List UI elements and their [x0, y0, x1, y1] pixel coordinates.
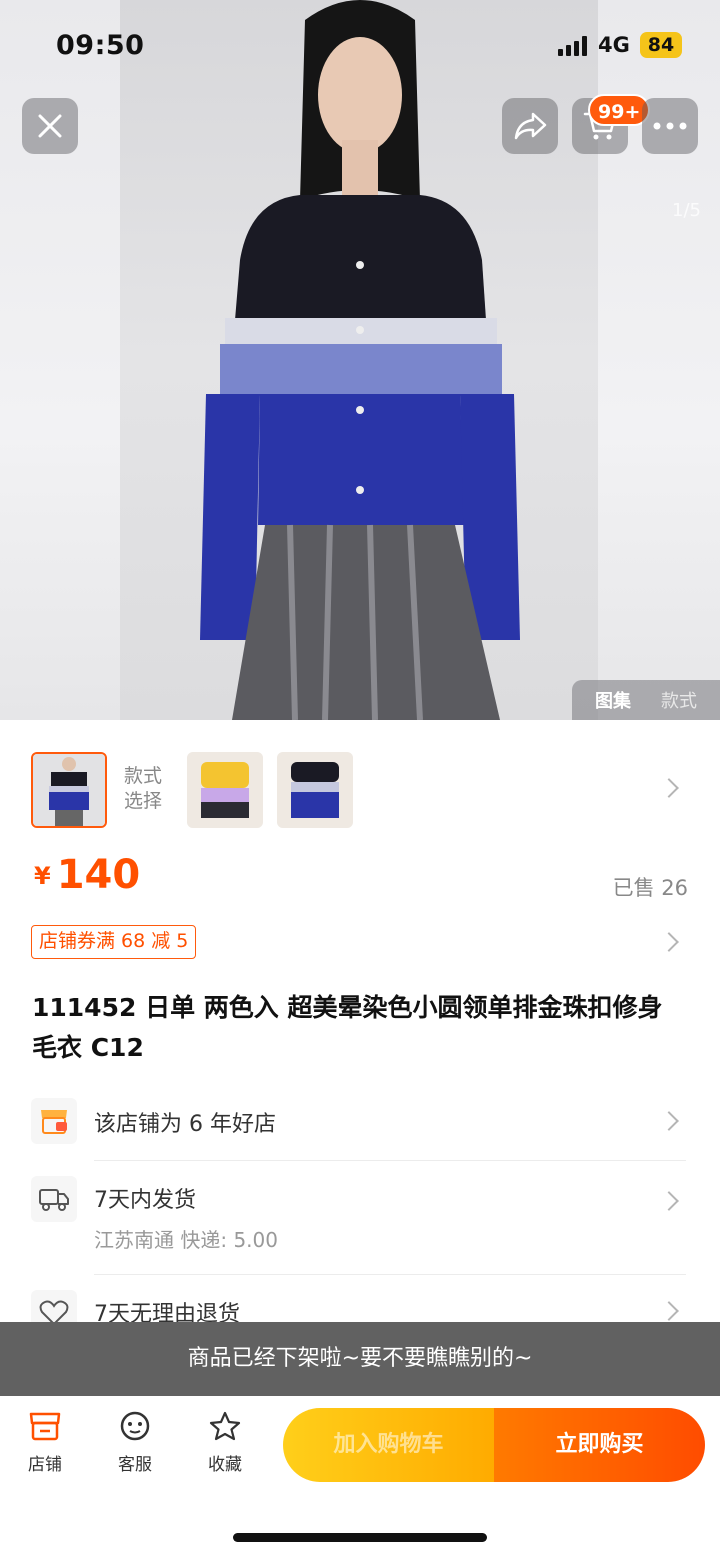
- variant-thumb-model[interactable]: [31, 752, 107, 828]
- tab-styles[interactable]: 款式: [661, 687, 697, 713]
- nav-service-label: 客服: [118, 1455, 152, 1475]
- share-icon: [514, 112, 547, 140]
- buy-now-button[interactable]: 立即购买: [494, 1408, 705, 1482]
- chevron-right-icon: [659, 1191, 679, 1211]
- network-type: 4G: [598, 33, 630, 57]
- tab-gallery[interactable]: 图集: [595, 687, 631, 713]
- chevron-right-icon: [659, 1111, 679, 1131]
- product-title: 111452 日单 两色入 超美晕染色小圆领单排金珠扣修身毛衣 C12: [32, 993, 663, 1062]
- variant-thumb-yellow[interactable]: [187, 752, 263, 828]
- nav-favorite[interactable]: 收藏: [190, 1410, 260, 1475]
- nav-favorite-label: 收藏: [208, 1455, 242, 1475]
- divider: [94, 1274, 686, 1275]
- variant-image: [33, 754, 105, 826]
- add-to-cart-button[interactable]: 加入购物车: [283, 1408, 494, 1482]
- more-icon: [653, 122, 687, 130]
- return-policy-text: 7天无理由退货: [94, 1302, 240, 1322]
- product-image-gallery[interactable]: 09:50 4G 84 99+ 1/5 图集 款式: [0, 0, 720, 720]
- sold-count: 已售 26: [612, 876, 688, 900]
- signal-icon: [558, 36, 587, 56]
- variant-selector-label: 款式选择: [124, 765, 163, 812]
- shipping-origin-fee: 江苏南通 快递: 5.00: [94, 1228, 278, 1252]
- chevron-right-icon[interactable]: [659, 932, 679, 952]
- return-policy-row[interactable]: 7天无理由退货: [0, 1288, 720, 1322]
- shop-rating-row[interactable]: 该店铺为 6 年好店: [0, 1096, 720, 1156]
- shipping-row[interactable]: 7天内发货 江苏南通 快递: 5.00: [0, 1174, 720, 1264]
- variant-thumb-blue[interactable]: [277, 752, 353, 828]
- price-currency: ¥: [34, 862, 51, 890]
- close-icon: [38, 114, 62, 138]
- gallery-tabs: 图集 款式: [572, 680, 720, 720]
- shop-icon: [29, 1412, 61, 1441]
- purchase-actions: 加入购物车 立即购买: [283, 1408, 705, 1482]
- shipping-time: 7天内发货: [94, 1188, 196, 1213]
- close-button[interactable]: [22, 98, 78, 154]
- shop-icon: [31, 1098, 77, 1144]
- divider: [94, 1160, 686, 1161]
- price: ¥140: [34, 852, 140, 898]
- heart-icon: [31, 1290, 77, 1322]
- chevron-right-icon: [659, 778, 679, 798]
- nav-shop[interactable]: 店铺: [10, 1410, 80, 1475]
- truck-icon: [31, 1176, 77, 1222]
- shop-rating-text: 该店铺为 6 年好店: [94, 1112, 276, 1137]
- chevron-right-icon: [659, 1301, 679, 1321]
- image-page-indicator: 1/5: [672, 200, 701, 221]
- shop-coupon-badge[interactable]: 店铺券满 68 减 5: [31, 925, 197, 959]
- share-button[interactable]: [502, 98, 558, 154]
- variant-selector[interactable]: 款式选择: [0, 740, 720, 836]
- status-bar: 09:50 4G 84: [0, 0, 720, 90]
- bottom-action-bar: 店铺 客服 收藏 加入购物车 立即购买: [0, 1396, 720, 1558]
- home-indicator[interactable]: [233, 1533, 487, 1542]
- delisted-toast: 商品已经下架啦~要不要瞧瞧别的~: [0, 1322, 720, 1396]
- battery-indicator: 84: [640, 32, 682, 58]
- star-icon: [209, 1411, 241, 1441]
- nav-shop-label: 店铺: [28, 1455, 62, 1475]
- variant-image: [277, 752, 353, 828]
- price-amount: 140: [56, 852, 141, 898]
- status-time: 09:50: [56, 30, 145, 61]
- variant-image: [187, 752, 263, 828]
- more-button[interactable]: [642, 98, 698, 154]
- customer-service-icon: [120, 1411, 150, 1441]
- nav-customer-service[interactable]: 客服: [100, 1410, 170, 1475]
